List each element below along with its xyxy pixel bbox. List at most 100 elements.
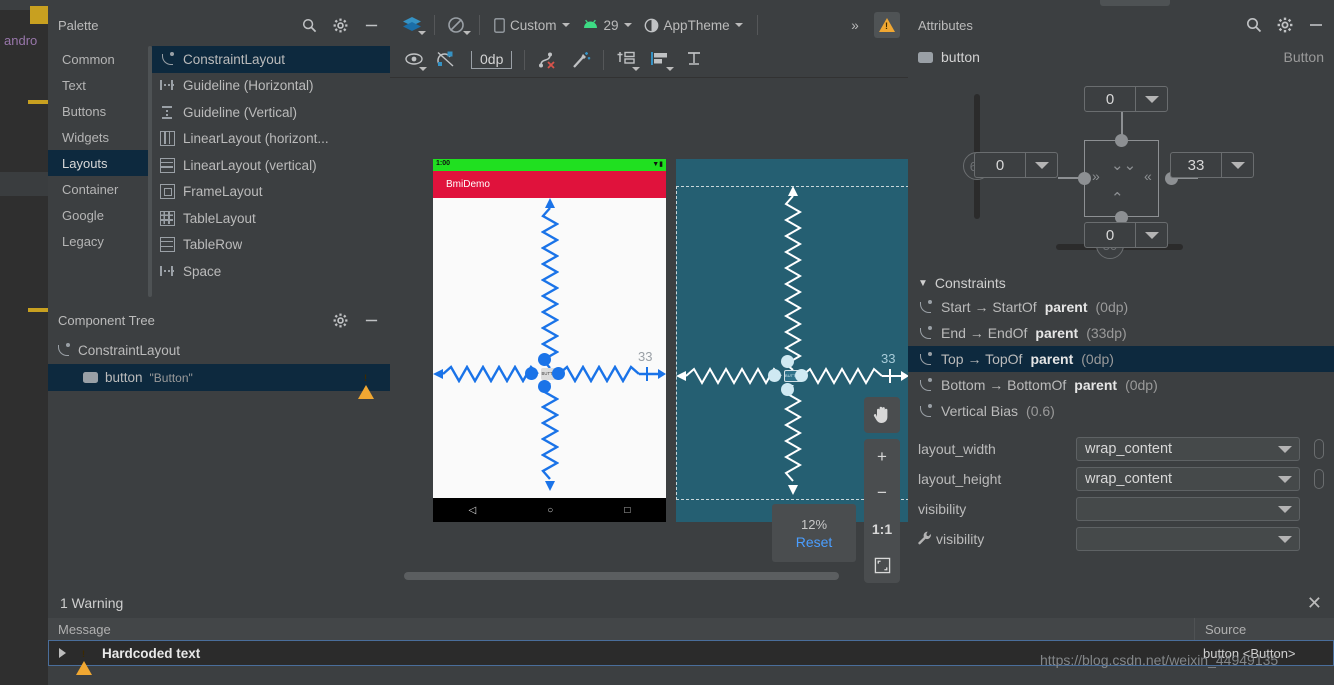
minimize-icon[interactable] [1307,17,1324,34]
constraints-section-header[interactable]: ▼ Constraints [908,272,1334,294]
zoom-in-icon[interactable]: + [864,439,900,475]
autoconnect-icon[interactable] [432,47,459,73]
resize-handle-top[interactable] [538,353,551,366]
layout-width-combo[interactable]: wrap_content [1076,437,1300,461]
gear-icon[interactable] [332,312,349,329]
nav-home-icon[interactable]: ○ [547,505,553,516]
zoom-out-icon[interactable]: − [864,475,900,511]
expand-triangle-icon[interactable] [59,648,66,658]
zoom-fit-icon[interactable] [864,547,900,583]
orientation-icon[interactable] [443,12,471,38]
gear-icon[interactable] [332,17,349,34]
collapse-triangle-icon[interactable]: ▼ [918,278,928,289]
device-preview-render[interactable]: 1:00 ▼▮ BmiDemo 33 BUTTON ◁ ○ □ [433,159,666,522]
zoom-actual-icon[interactable]: 1:1 [864,511,900,547]
constraint-widget[interactable]: 60 50 ⌄⌄ ⌃ » « 0 [908,72,1334,272]
guidelines-icon[interactable] [680,47,708,73]
palette-category-widgets[interactable]: Widgets [48,124,148,150]
palette-category-list[interactable]: Common Text Buttons Widgets Layouts Cont… [48,42,148,303]
design-canvas[interactable]: 1:00 ▼▮ BmiDemo 33 BUTTON ◁ ○ □ 33 BUTTO… [390,79,908,588]
infer-constraints-icon[interactable] [567,47,595,73]
resize-handle-bottom[interactable] [538,380,551,393]
search-icon[interactable] [1245,17,1262,34]
constraint-item-text: End → EndOf [941,325,1028,341]
constraint-item-top[interactable]: Top → TopOf parent (0dp) [908,346,1334,372]
visibility-combo[interactable] [1076,497,1300,521]
align-icon[interactable] [646,47,675,73]
pack-icon[interactable] [612,47,641,73]
constraint-item-bottom[interactable]: Bottom → BottomOf parent (0dp) [908,372,1334,398]
issue-notification-button[interactable] [874,12,900,38]
column-header-source[interactable]: Source [1194,618,1334,640]
blueprint-handle-top[interactable] [781,355,794,368]
chevron-down-icon[interactable] [1025,153,1057,177]
chevron-left-icon[interactable]: « [1144,168,1152,184]
theme-selector[interactable]: AppTheme [638,12,749,38]
constraint-item-end[interactable]: End → EndOf parent (33dp) [908,320,1334,346]
chevron-up-icon[interactable]: ⌃ [1111,189,1124,207]
chevron-down-icon[interactable]: ⌄⌄ [1111,156,1136,174]
palette-category-google[interactable]: Google [48,202,148,228]
clear-constraints-icon[interactable] [533,47,561,73]
chevron-down-icon[interactable] [1271,528,1299,550]
chevron-down-icon[interactable] [1135,87,1167,111]
device-selector[interactable]: Custom [488,12,576,38]
toolbar-overflow-button[interactable]: » [842,12,868,38]
palette-item-framelayout[interactable]: FrameLayout [152,179,390,206]
tree-node-constraintlayout[interactable]: ConstraintLayout [48,337,390,364]
blueprint-handle-left[interactable] [768,369,781,382]
chevron-right-icon[interactable]: » [1092,168,1100,184]
nav-recents-icon[interactable]: □ [624,505,630,516]
blueprint-handle-bottom[interactable] [781,383,794,396]
tree-node-button[interactable]: button "Button" [48,364,390,399]
search-icon[interactable] [301,17,318,34]
minimize-icon[interactable] [363,17,380,34]
chevron-down-icon[interactable] [1271,498,1299,520]
chevron-down-icon[interactable] [1271,438,1299,460]
palette-item-linearlayout-vertical[interactable]: LinearLayout (vertical) [152,152,390,179]
palette-item-guideline-vertical[interactable]: Guideline (Vertical) [152,99,390,126]
nav-back-icon[interactable]: ◁ [469,505,477,516]
palette-category-containers[interactable]: Container [48,176,148,202]
blueprint-handle-right[interactable] [795,369,808,382]
palette-item-list[interactable]: ConstraintLayout Guideline (Horizontal) … [152,42,390,303]
api-level-selector[interactable]: 29 [576,12,638,38]
palette-category-buttons[interactable]: Buttons [48,98,148,124]
default-margin-dropdown[interactable]: 0dp [467,47,516,73]
design-mode-icon[interactable] [398,12,426,38]
chevron-down-icon[interactable] [1221,153,1253,177]
android-studio-layout-editor: andro Palette Common Text Buttons Widget… [0,0,1334,685]
palette-item-tablelayout[interactable]: TableLayout [152,205,390,232]
end-margin-spinner[interactable]: 33 [1170,152,1254,178]
top-margin-spinner[interactable]: 0 [1084,86,1168,112]
gear-icon[interactable] [1276,17,1293,34]
bottom-margin-spinner[interactable]: 0 [1084,222,1168,248]
palette-item-space[interactable]: Space [152,258,390,285]
palette-item-linearlayout-horizontal[interactable]: LinearLayout (horizont... [152,126,390,153]
minimize-icon[interactable] [363,312,380,329]
palette-category-layouts[interactable]: Layouts [48,150,148,176]
close-icon[interactable]: ✕ [1307,593,1322,614]
chevron-down-icon[interactable] [1271,468,1299,490]
show-constraints-icon[interactable] [400,47,428,73]
palette-item-tablerow[interactable]: TableRow [152,232,390,259]
resize-handle-right[interactable] [552,367,565,380]
constraint-item-vertical-bias[interactable]: Vertical Bias (0.6) [908,398,1334,424]
zoom-reset-button[interactable]: Reset [796,534,833,550]
resize-handle-left[interactable] [525,367,538,380]
background-code-editor[interactable]: andro [0,0,52,685]
palette-category-common[interactable]: Common [48,46,148,72]
tools-visibility-combo[interactable] [1076,527,1300,551]
pan-icon[interactable] [864,397,900,433]
palette-item-constraintlayout[interactable]: ConstraintLayout [152,46,390,73]
chevron-down-icon[interactable] [1135,223,1167,247]
column-header-message[interactable]: Message [48,618,1194,640]
palette-item-guideline-horizontal[interactable]: Guideline (Horizontal) [152,73,390,100]
layout-height-combo[interactable]: wrap_content [1076,467,1300,491]
start-margin-spinner[interactable]: 0 [974,152,1058,178]
canvas-horizontal-scrollbar[interactable] [404,572,894,580]
palette-category-legacy[interactable]: Legacy [48,228,148,254]
warning-icon[interactable] [358,370,374,399]
constraint-item-start[interactable]: Start → StartOf parent (0dp) [908,294,1334,320]
palette-category-text[interactable]: Text [48,72,148,98]
